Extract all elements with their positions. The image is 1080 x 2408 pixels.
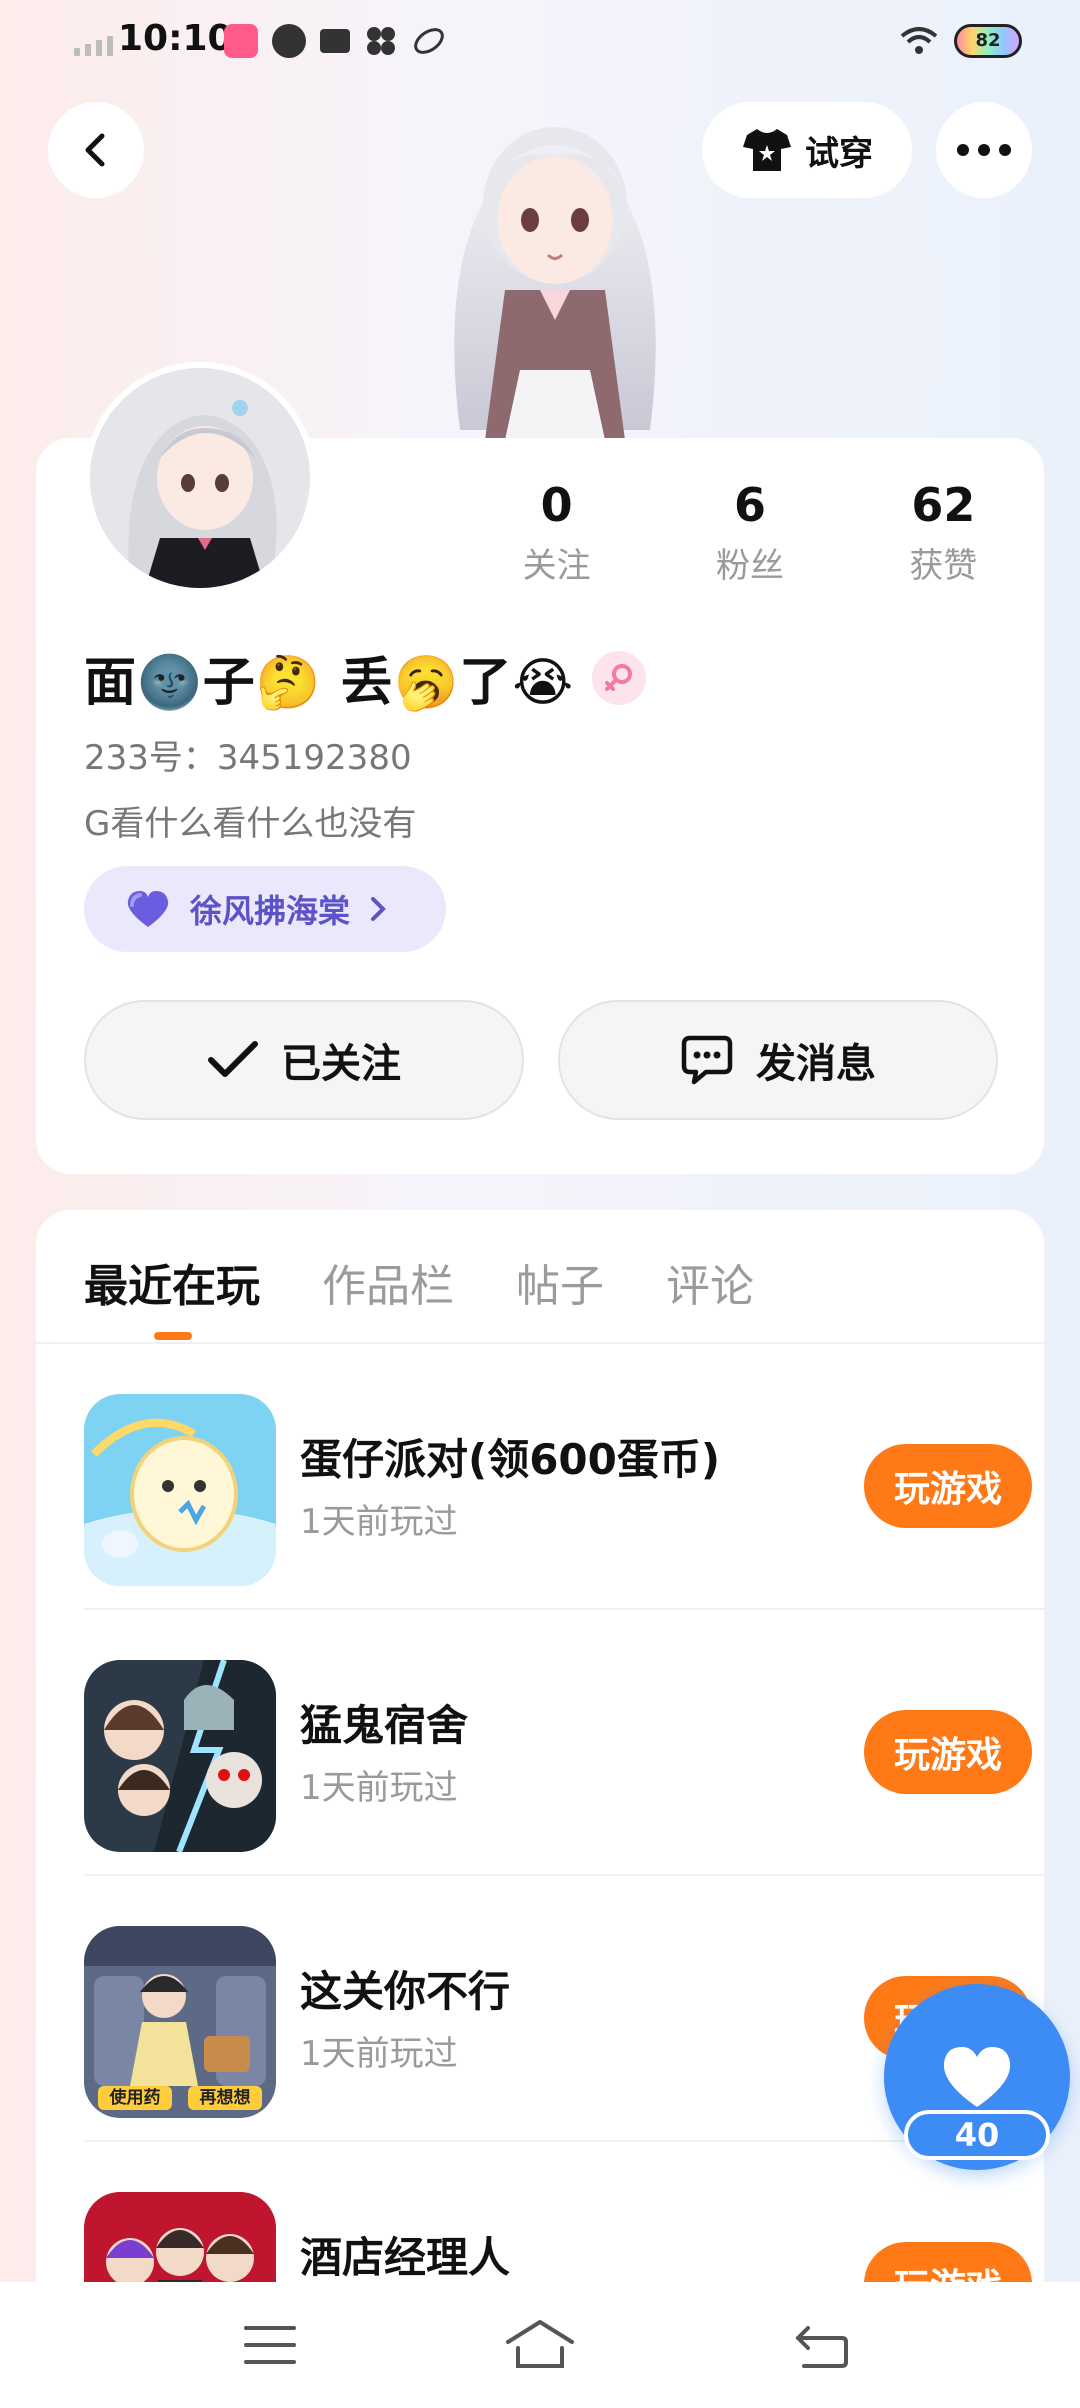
leaf-icon bbox=[412, 24, 446, 58]
stat-following[interactable]: 0 关注 bbox=[460, 478, 653, 587]
pinwheel-icon bbox=[364, 24, 398, 58]
tab-recent-playing[interactable]: 最近在玩 bbox=[84, 1250, 260, 1314]
try-on-label: 试穿 bbox=[805, 133, 873, 174]
wifi-icon bbox=[900, 27, 938, 54]
list-item[interactable]: 猛鬼宿舍 1天前玩过 玩游戏 bbox=[84, 1610, 1044, 1876]
followed-button[interactable]: 已关注 bbox=[84, 1000, 524, 1120]
game-icon-eggy-party bbox=[84, 1394, 276, 1586]
more-icon bbox=[957, 144, 1011, 156]
like-count: 40 bbox=[904, 2110, 1050, 2160]
stat-label: 获赞 bbox=[909, 546, 978, 586]
back-nav-icon[interactable] bbox=[794, 2324, 850, 2368]
chevron-right-icon bbox=[371, 897, 386, 921]
tab-works[interactable]: 作品栏 bbox=[322, 1250, 454, 1314]
play-game-button[interactable]: 玩游戏 bbox=[864, 1710, 1032, 1794]
message-label: 发消息 bbox=[756, 1041, 876, 1087]
back-icon bbox=[85, 133, 105, 167]
last-played: 1天前玩过 bbox=[300, 1768, 458, 1808]
character-avatar-3d bbox=[454, 127, 656, 440]
last-played: 1天前玩过 bbox=[300, 1502, 458, 1542]
followed-label: 已关注 bbox=[281, 1041, 401, 1087]
game-name: 猛鬼宿舍 bbox=[300, 1701, 469, 1750]
play-icon bbox=[272, 24, 306, 58]
home-icon[interactable] bbox=[504, 2318, 576, 2370]
tab-bar: 最近在玩 作品栏 帖子 评论 bbox=[84, 1250, 754, 1314]
content-card: 最近在玩 作品栏 帖子 评论 蛋仔派对(领600蛋币) 1天前玩过 玩游戏 猛鬼… bbox=[36, 1210, 1044, 2310]
game-icon-label-right: 再想想 bbox=[188, 2086, 262, 2110]
stats-row: 0 关注 6 粉丝 62 获赞 bbox=[460, 478, 1040, 587]
tab-posts[interactable]: 帖子 bbox=[516, 1250, 604, 1314]
stat-label: 粉丝 bbox=[715, 546, 784, 586]
signal-icon bbox=[74, 36, 113, 56]
relationship-tag-label: 徐风拂海棠 bbox=[190, 892, 351, 930]
tshirt-icon bbox=[743, 129, 791, 171]
battery-icon: 82 bbox=[954, 24, 1022, 58]
menu-icon[interactable] bbox=[244, 2324, 296, 2366]
app-notification-icon bbox=[224, 24, 258, 58]
game-icon-ghost-dorm bbox=[84, 1660, 276, 1852]
avatar-image bbox=[90, 368, 310, 588]
list-item[interactable]: 蛋仔派对(领600蛋币) 1天前玩过 玩游戏 bbox=[84, 1344, 1044, 1610]
avatar[interactable] bbox=[84, 362, 316, 594]
stat-value: 6 bbox=[733, 478, 766, 532]
username: 面🌚子🤔 丢🥱了😭 bbox=[84, 653, 575, 713]
status-time: 10:10 bbox=[118, 18, 233, 59]
stat-value: 0 bbox=[540, 478, 573, 532]
play-game-button[interactable]: 玩游戏 bbox=[864, 1444, 1032, 1528]
system-nav-bar bbox=[0, 2282, 1080, 2408]
heart-icon bbox=[127, 891, 169, 927]
relationship-tag[interactable]: 徐风拂海棠 bbox=[84, 866, 446, 952]
stat-value: 62 bbox=[911, 478, 976, 532]
user-id: 233号：345192380 bbox=[84, 738, 412, 778]
game-name: 这关你不行 bbox=[300, 1967, 511, 2016]
heart-icon bbox=[943, 2047, 1011, 2107]
tab-indicator bbox=[154, 1332, 192, 1340]
stat-label: 关注 bbox=[522, 546, 591, 586]
action-buttons: 已关注 发消息 bbox=[84, 1000, 998, 1120]
chat-icon bbox=[681, 1035, 733, 1085]
game-icon-label-left: 使用药 bbox=[98, 2086, 172, 2110]
stat-likes[interactable]: 62 获赞 bbox=[847, 478, 1040, 587]
more-button[interactable] bbox=[936, 102, 1032, 198]
female-icon bbox=[592, 650, 647, 705]
try-on-button[interactable]: 试穿 bbox=[702, 102, 912, 198]
game-icon-this-level: 使用药 再想想 bbox=[84, 1926, 276, 2118]
video-icon bbox=[320, 29, 350, 53]
last-played: 1天前玩过 bbox=[300, 2034, 458, 2074]
stat-fans[interactable]: 6 粉丝 bbox=[653, 478, 846, 587]
bio: G看什么看什么也没有 bbox=[84, 804, 417, 844]
game-name: 蛋仔派对(领600蛋币) bbox=[300, 1435, 721, 1484]
message-button[interactable]: 发消息 bbox=[558, 1000, 998, 1120]
name-row: 面🌚子🤔 丢🥱了😭 bbox=[84, 640, 647, 715]
game-name: 酒店经理人 bbox=[300, 2233, 511, 2282]
check-icon bbox=[208, 1041, 258, 1077]
back-button[interactable] bbox=[48, 102, 144, 198]
tab-comments[interactable]: 评论 bbox=[666, 1250, 754, 1314]
